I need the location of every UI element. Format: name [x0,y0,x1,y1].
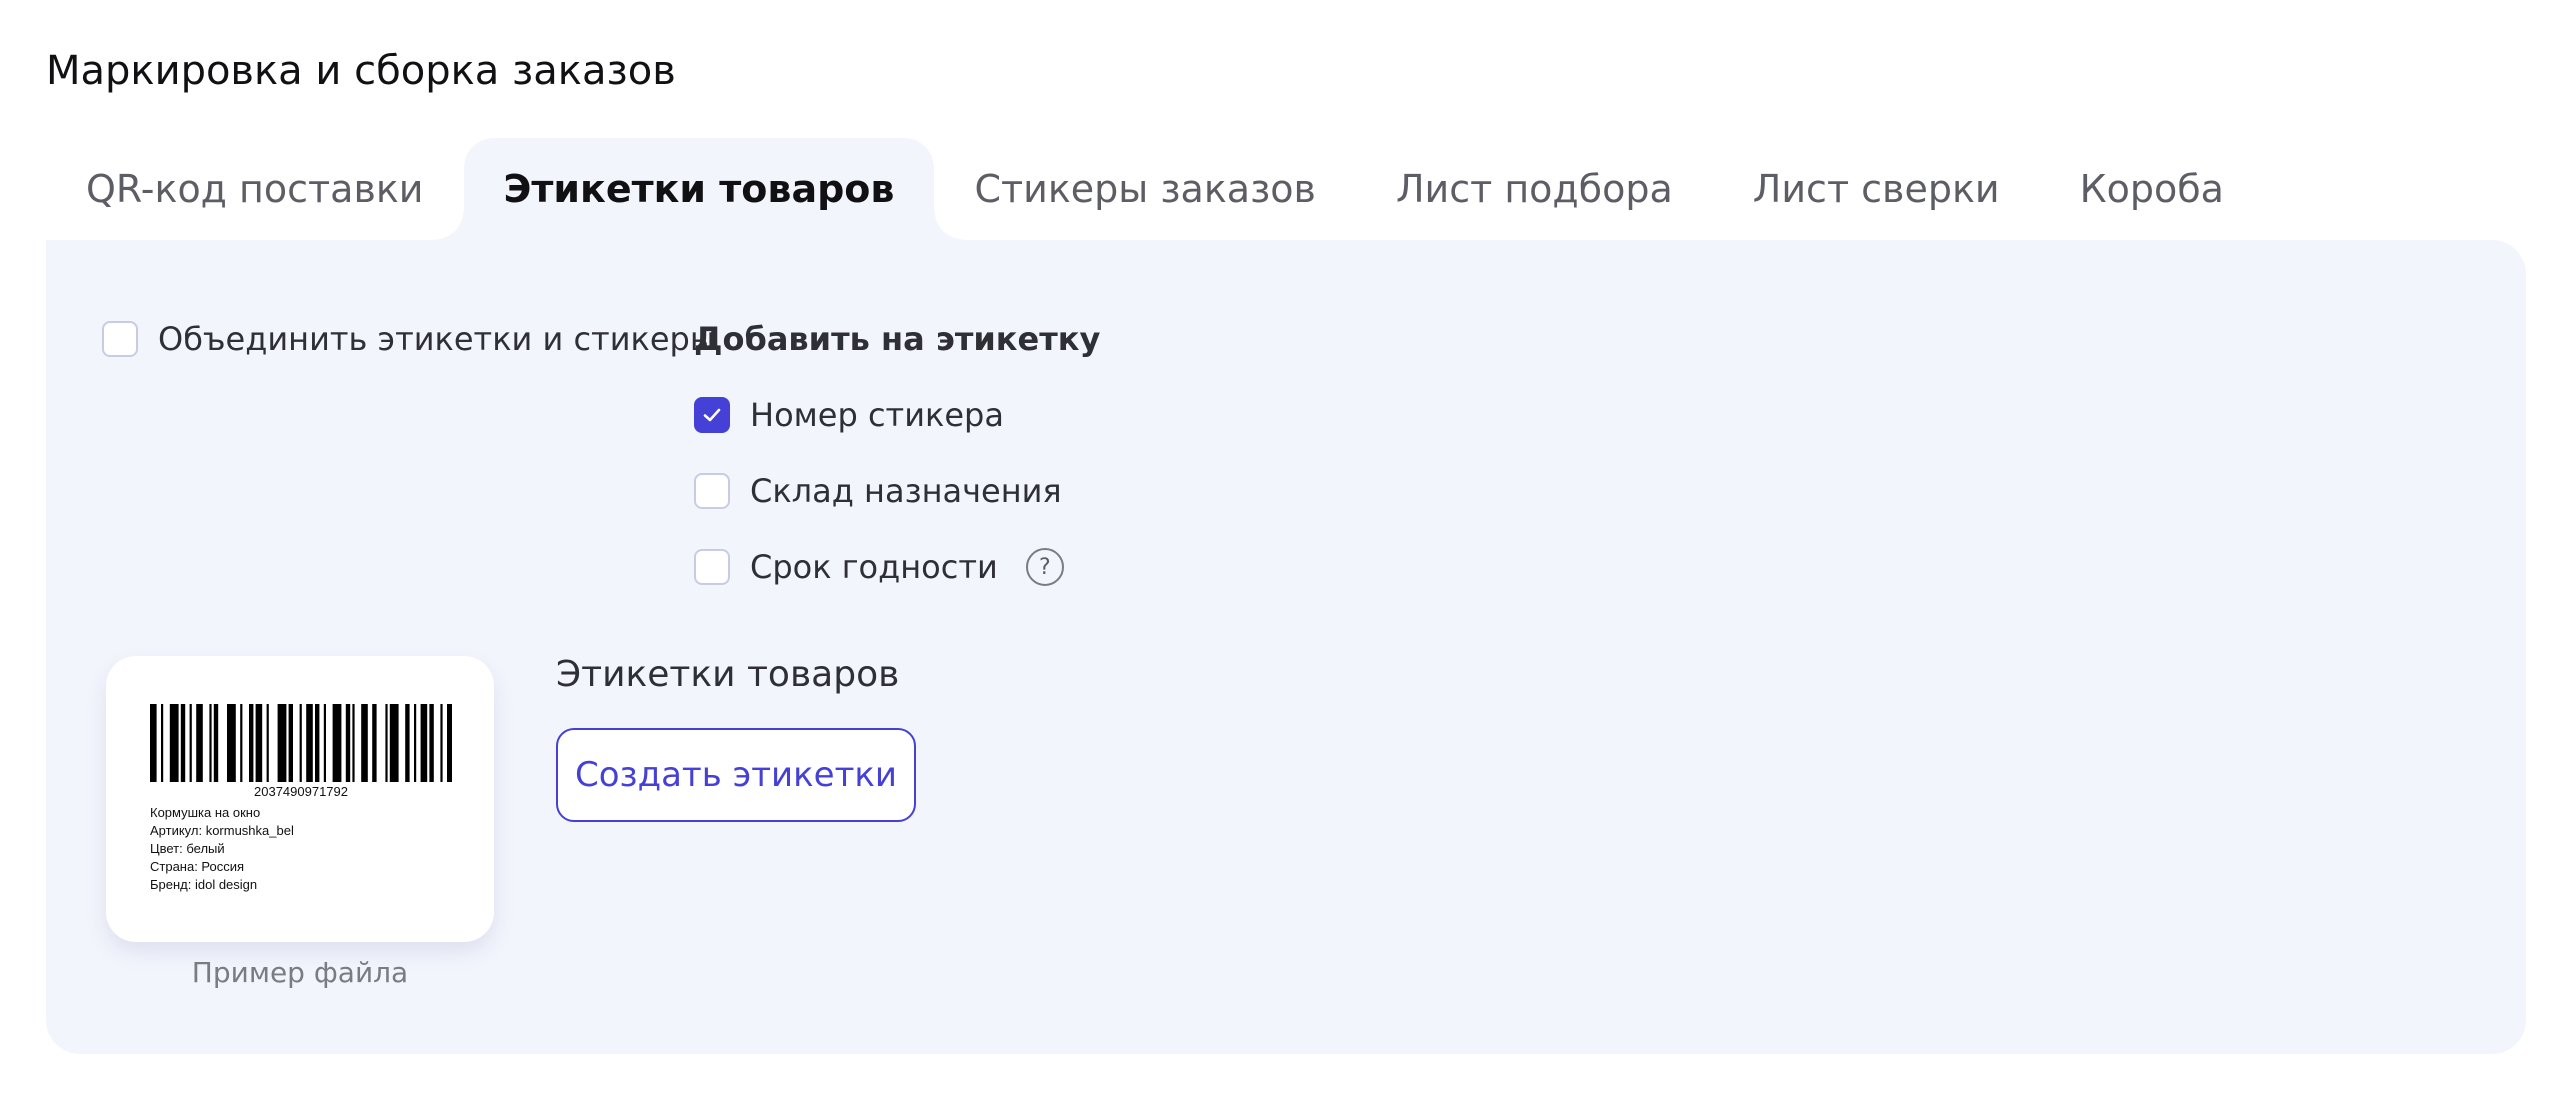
barcode-bar [405,704,410,782]
barcode-bar [372,704,377,782]
barcode-bar [277,704,287,782]
barcode-bar [161,704,164,782]
expiry-date-checkbox[interactable] [694,549,730,585]
barcode-bar [414,704,417,782]
barcode-bar [420,704,428,782]
barcode-bar [240,704,243,782]
barcode-number: 2037490971792 [254,784,348,799]
barcode-bar [288,704,293,782]
sticker-number-option[interactable]: Номер стикера [694,396,1004,434]
barcode-bar [255,704,263,782]
barcode-bar [352,704,355,782]
question-circle-icon[interactable]: ? [1025,548,1064,586]
label-product-name: Кормушка на окно [150,805,261,820]
destination-warehouse-label: Склад назначения [750,472,1062,510]
barcode-bar [361,704,368,782]
barcode-image [150,704,452,782]
label-color: Цвет: белый [150,841,225,856]
expiry-date-label: Срок годности [750,548,998,586]
expiry-date-option[interactable]: Срок годности ? [694,548,1064,586]
tab-reconciliation-list[interactable]: Лист сверки [1713,138,2040,240]
barcode-bar [196,704,203,782]
barcode-bar [385,704,388,782]
create-labels-button[interactable]: Создать этикетки [556,728,916,822]
barcode-bar [169,704,179,782]
destination-warehouse-option[interactable]: Склад назначения [694,472,1062,510]
tab-product-labels[interactable]: Этикетки товаров [433,138,965,240]
merge-labels-label: Объединить этикетки и стикеры [158,320,716,358]
barcode-bar [315,704,320,782]
merge-labels-option[interactable]: Объединить этикетки и стикеры [102,320,715,358]
product-labels-heading: Этикетки товаров [556,654,900,695]
barcode-bar [213,704,219,782]
checkmark-icon [703,408,721,422]
add-to-label-title: Добавить на этикетку [694,320,1101,358]
barcode-bar [249,704,254,782]
page-title: Маркировка и сборка заказов [46,48,676,94]
barcode-bar [345,704,351,782]
label-article: Артикул: kormushka_bel [150,823,294,838]
label-brand: Бренд: idol design [150,877,258,892]
barcode-bar [227,704,236,782]
barcode-bar [299,704,302,782]
sticker-number-checkbox[interactable] [694,397,730,433]
tab-bar: QR-код поставки Этикетки товаров Стикеры… [46,138,2264,240]
barcode-bar [189,704,192,782]
barcode-bar [389,704,399,782]
sticker-number-label: Номер стикера [750,396,1004,434]
merge-labels-checkbox[interactable] [102,321,138,357]
tab-supply-qr-code[interactable]: QR-код поставки [46,138,464,240]
barcode-bar [447,704,452,782]
barcode-bar [332,704,342,782]
tab-boxes[interactable]: Короба [2040,138,2264,240]
barcode-bar [306,704,313,782]
barcode-bar [209,704,212,782]
barcode-bar [180,704,186,782]
barcode-bar [150,704,157,782]
barcode-bar [440,704,443,782]
label-text-lines: Кормушка на окно Артикул: kormushka_bel … [150,804,294,894]
label-country: Страна: Россия [150,859,245,874]
destination-warehouse-checkbox[interactable] [694,473,730,509]
preview-caption: Пример файла [191,956,409,989]
product-labels-panel: Объединить этикетки и стикеры Добавить н… [46,240,2526,1054]
barcode-bar [266,704,269,782]
tab-order-stickers[interactable]: Стикеры заказов [934,138,1355,240]
tab-picking-list[interactable]: Лист подбора [1356,138,1713,240]
barcode-bar [429,704,434,782]
barcode-bar [323,704,326,782]
label-preview-card: 2037490971792 Кормушка на окно Артикул: … [106,656,494,942]
